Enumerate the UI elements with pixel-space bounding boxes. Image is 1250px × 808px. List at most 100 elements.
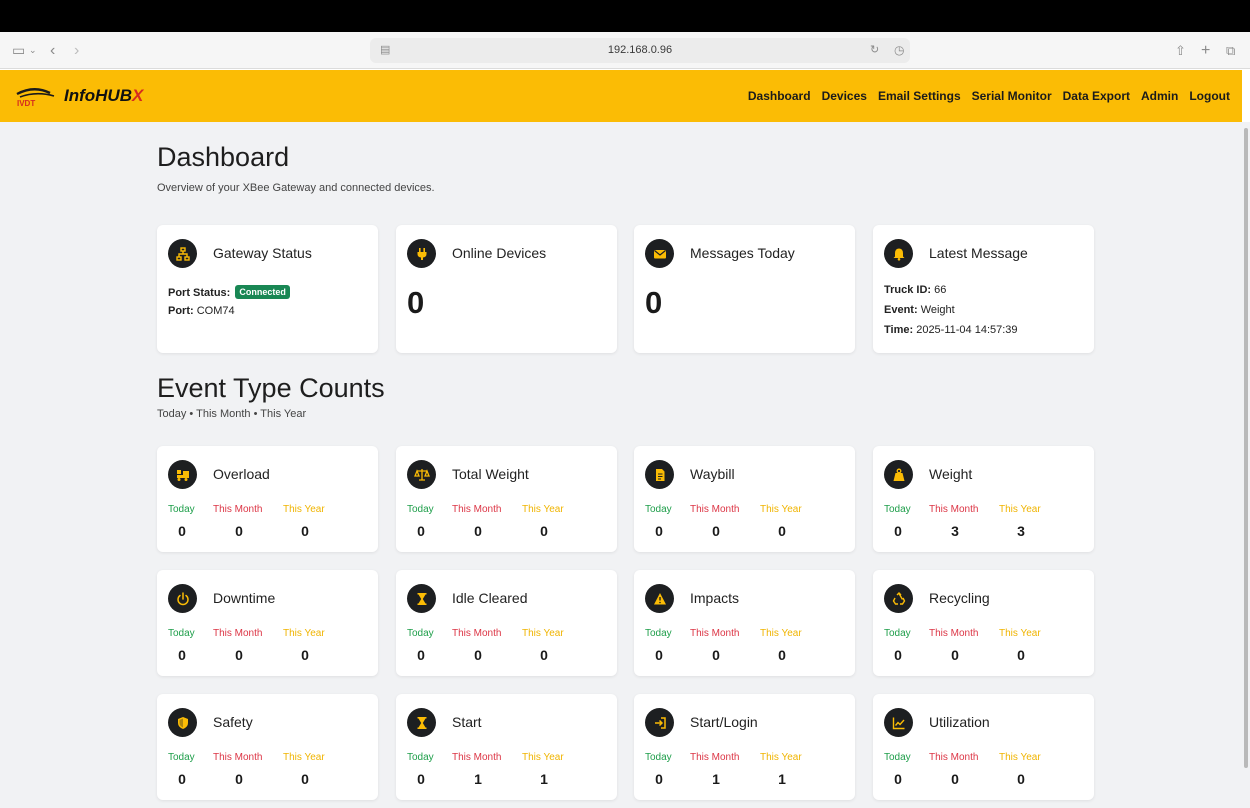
nav-admin[interactable]: Admin: [1141, 89, 1178, 103]
card-title: Total Weight: [452, 466, 529, 482]
year-count: 0: [778, 523, 786, 539]
nav-serial-monitor[interactable]: Serial Monitor: [972, 89, 1052, 103]
year-label: This Year: [999, 504, 1041, 515]
chart-line-icon: [884, 708, 913, 737]
forward-icon[interactable]: ›: [74, 32, 79, 69]
today-label: Today: [884, 504, 911, 515]
page-title: Dashboard: [157, 142, 290, 172]
card-title: Start/Login: [690, 714, 758, 730]
month-count: 1: [474, 771, 482, 787]
card-title: Idle Cleared: [452, 590, 528, 606]
nav-logout[interactable]: Logout: [1189, 89, 1230, 103]
event-card-overload: Overload Today This Month This Year 0 0 …: [157, 446, 378, 552]
event-card-weight: Weight Today This Month This Year 0 3 3: [873, 446, 1094, 552]
nav-data-export[interactable]: Data Export: [1063, 89, 1130, 103]
today-label: Today: [884, 752, 911, 763]
today-count: 0: [178, 647, 186, 663]
event-card-downtime: Downtime Today This Month This Year 0 0 …: [157, 570, 378, 676]
nav-devices[interactable]: Devices: [822, 89, 867, 103]
card-title: Downtime: [213, 590, 276, 606]
back-icon[interactable]: ‹: [50, 32, 55, 69]
event-card-utilization: Utilization Today This Month This Year 0…: [873, 694, 1094, 800]
month-label: This Month: [690, 504, 740, 515]
messages-today-card: Messages Today 0: [634, 225, 855, 353]
year-count: 3: [1017, 523, 1025, 539]
document-icon: [645, 460, 674, 489]
address-bar[interactable]: ▤ 192.168.0.96 ↻ ◷: [370, 38, 910, 63]
card-title: Waybill: [690, 466, 735, 482]
today-count: 0: [894, 647, 902, 663]
clock-icon[interactable]: ◷: [894, 38, 904, 63]
month-count: 0: [951, 647, 959, 663]
today-count: 0: [417, 771, 425, 787]
year-count: 0: [540, 523, 548, 539]
app-navbar: IVDT InfoHUBX Dashboard Devices Email Se…: [0, 70, 1242, 122]
year-label: This Year: [760, 752, 802, 763]
today-count: 0: [894, 523, 902, 539]
reload-icon[interactable]: ↻: [870, 38, 879, 63]
truck-id-line: Truck ID: 66: [884, 284, 947, 296]
network-icon: [168, 239, 197, 268]
month-count: 0: [474, 523, 482, 539]
logo-swoosh-icon: IVDT: [16, 88, 55, 107]
section-title: Event Type Counts: [157, 373, 385, 403]
today-count: 0: [417, 523, 425, 539]
year-label: This Year: [999, 628, 1041, 639]
event-card-waybill: Waybill Today This Month This Year 0 0 0: [634, 446, 855, 552]
page-subtitle: Overview of your XBee Gateway and connec…: [157, 182, 435, 194]
year-label: This Year: [760, 628, 802, 639]
year-count: 0: [301, 771, 309, 787]
scale-icon: [407, 460, 436, 489]
browser-toolbar: ▭ ⌄ ‹ › ▤ 192.168.0.96 ↻ ◷ ⇧ + ⧉: [0, 32, 1250, 69]
month-count: 0: [235, 647, 243, 663]
new-tab-icon[interactable]: +: [1201, 32, 1210, 69]
latest-message-card: Latest Message Truck ID: 66 Event: Weigh…: [873, 225, 1094, 353]
month-count: 0: [474, 647, 482, 663]
event-card-start: Start Today This Month This Year 0 1 1: [396, 694, 617, 800]
status-badge: Connected: [235, 285, 290, 299]
tabs-overview-icon[interactable]: ⧉: [1226, 32, 1235, 69]
truck-load-icon: [168, 460, 197, 489]
bell-icon: [884, 239, 913, 268]
chevron-down-icon[interactable]: ⌄: [29, 32, 37, 69]
envelope-icon: [645, 239, 674, 268]
today-label: Today: [407, 752, 434, 763]
year-label: This Year: [999, 752, 1041, 763]
shield-icon: [168, 708, 197, 737]
year-count: 0: [301, 647, 309, 663]
sidebar-toggle-icon[interactable]: ▭: [12, 32, 25, 69]
month-label: This Month: [452, 628, 502, 639]
today-label: Today: [168, 504, 195, 515]
today-count: 0: [655, 771, 663, 787]
brand-name: InfoHUBX: [64, 86, 144, 105]
month-label: This Month: [929, 752, 979, 763]
year-count: 0: [301, 523, 309, 539]
month-count: 0: [712, 647, 720, 663]
event-card-safety: Safety Today This Month This Year 0 0 0: [157, 694, 378, 800]
month-label: This Month: [929, 504, 979, 515]
card-title: Online Devices: [452, 245, 547, 261]
hourglass-icon: [407, 584, 436, 613]
brand-logo[interactable]: IVDT InfoHUBX: [14, 83, 164, 109]
top-black-bar: [0, 0, 1250, 32]
share-icon[interactable]: ⇧: [1175, 32, 1186, 69]
warning-icon: [645, 584, 674, 613]
login-icon: [645, 708, 674, 737]
month-label: This Month: [690, 752, 740, 763]
nav-email-settings[interactable]: Email Settings: [878, 89, 961, 103]
page-scrollbar[interactable]: [1242, 122, 1250, 808]
card-title: Safety: [213, 714, 253, 730]
year-label: This Year: [283, 504, 325, 515]
today-label: Today: [407, 504, 434, 515]
event-card-total-weight: Total Weight Today This Month This Year …: [396, 446, 617, 552]
year-count: 0: [540, 647, 548, 663]
messages-today-count: 0: [645, 285, 663, 320]
today-count: 0: [178, 523, 186, 539]
month-label: This Month: [452, 752, 502, 763]
month-label: This Month: [213, 752, 263, 763]
today-label: Today: [645, 504, 672, 515]
nav-dashboard[interactable]: Dashboard: [748, 89, 811, 103]
scrollbar-thumb[interactable]: [1244, 128, 1248, 768]
event-card-idle-cleared: Idle Cleared Today This Month This Year …: [396, 570, 617, 676]
card-title: Utilization: [929, 714, 990, 730]
